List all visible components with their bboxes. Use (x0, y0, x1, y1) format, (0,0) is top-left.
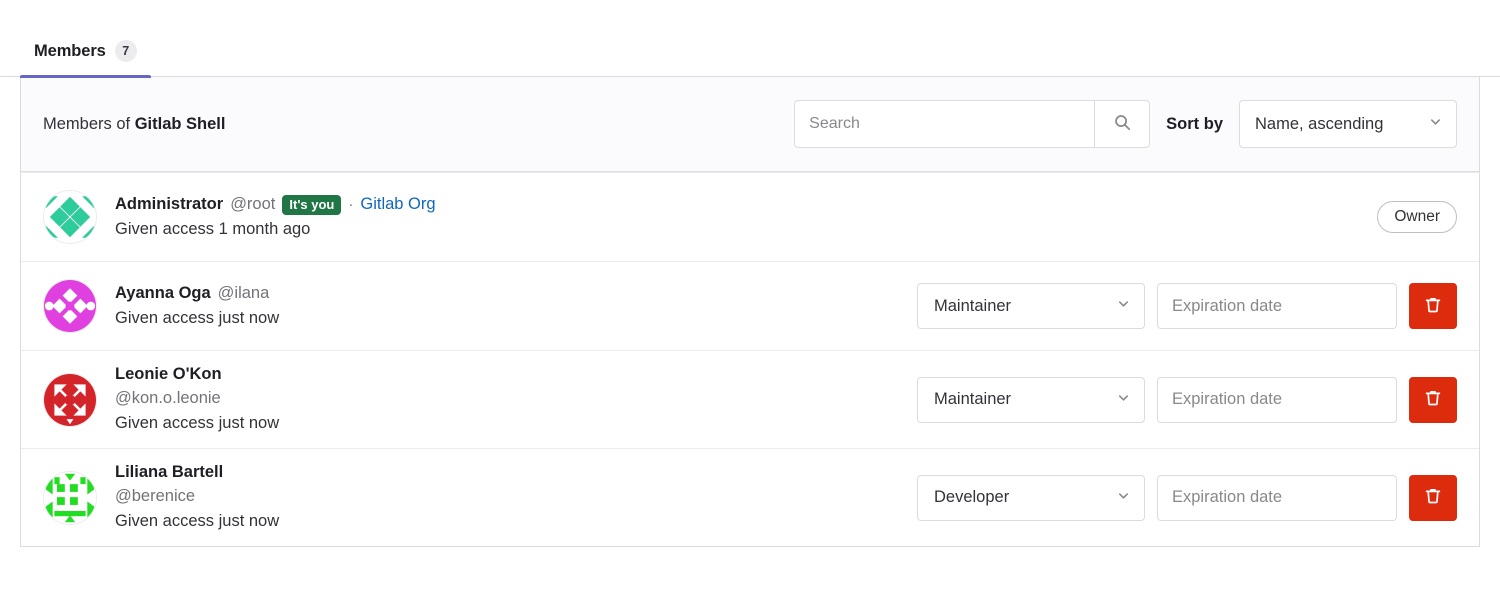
sort-by-select[interactable]: Name, ascending (1239, 100, 1457, 148)
role-select-value: Developer (934, 488, 1010, 506)
member-info: Administrator @root It's you · Gitlab Or… (115, 187, 1361, 248)
avatar (43, 190, 97, 244)
identicon-ornate (44, 280, 96, 332)
search-group (794, 100, 1151, 148)
tab-strip: Members 7 (0, 0, 1500, 78)
member-name: Administrator (115, 194, 224, 213)
member-name: Ayanna Oga (115, 283, 211, 302)
row-controls: Maintainer (917, 283, 1457, 329)
row-controls: Owner (1377, 200, 1457, 234)
sort-by-label: Sort by (1166, 114, 1223, 133)
role-badge-owner: Owner (1377, 200, 1457, 234)
delete-member-button[interactable] (1409, 474, 1457, 521)
sort-by-value: Name, ascending (1255, 114, 1384, 133)
trash-icon (1423, 388, 1443, 411)
members-of-title: Members of Gitlab Shell (43, 115, 778, 134)
members-of-prefix: Members of (43, 114, 135, 133)
member-row: Leonie O'Kon @kon.o.leonie Given access … (21, 350, 1479, 448)
identicon-checker (44, 373, 96, 426)
member-handle: @kon.o.leonie (115, 389, 221, 408)
members-filter-bar: Members of Gitlab Shell Sort by Name, as… (21, 77, 1479, 172)
member-identity-line: Leonie O'Kon (115, 363, 901, 387)
chevron-down-icon (1116, 296, 1131, 316)
member-identity-line: Administrator @root It's you · Gitlab Or… (115, 193, 1361, 217)
chevron-down-icon (1116, 488, 1131, 508)
search-input[interactable] (794, 100, 1095, 148)
member-access-text: Given access just now (115, 308, 280, 327)
search-button[interactable] (1094, 100, 1151, 148)
role-select[interactable]: Maintainer (917, 283, 1145, 329)
role-select-value: Maintainer (934, 390, 1012, 408)
member-access-text: Given access just now (115, 512, 280, 531)
expiration-date-input[interactable] (1157, 283, 1397, 329)
members-of-entity: Gitlab Shell (134, 114, 226, 133)
trash-icon (1423, 295, 1443, 318)
identicon-diamond (44, 191, 96, 243)
expiration-date-input[interactable] (1157, 474, 1397, 521)
avatar (43, 279, 97, 333)
member-name: Leonie O'Kon (115, 365, 222, 384)
member-handle: @ilana (217, 283, 270, 302)
member-access-text: Given access just now (115, 414, 280, 433)
chevron-down-icon (1428, 114, 1443, 134)
member-info: Ayanna Oga @ilana Given access just now (115, 276, 901, 337)
member-identity-line: Ayanna Oga @ilana (115, 282, 901, 306)
delete-member-button[interactable] (1409, 283, 1457, 329)
expiration-date-input[interactable] (1157, 376, 1397, 423)
identicon-grid (44, 471, 96, 524)
member-info: Liliana Bartell @berenice Given access j… (115, 455, 901, 540)
member-access-text: Given access 1 month ago (115, 219, 311, 238)
member-info: Leonie O'Kon @kon.o.leonie Given access … (115, 357, 901, 442)
member-handle: @root (230, 194, 276, 213)
member-name: Liliana Bartell (115, 463, 224, 482)
avatar (43, 372, 97, 427)
avatar (43, 470, 97, 525)
role-select-value: Maintainer (934, 296, 1012, 315)
members-card: Members of Gitlab Shell Sort by Name, as… (20, 77, 1480, 547)
search-icon (1113, 113, 1132, 135)
tab-members-count-badge: 7 (114, 40, 137, 62)
role-select[interactable]: Developer (917, 474, 1145, 521)
chevron-down-icon (1116, 390, 1131, 410)
organization-link[interactable]: Gitlab Org (360, 193, 435, 217)
tab-members[interactable]: Members 7 (20, 40, 151, 78)
trash-icon (1423, 486, 1443, 509)
member-row: Ayanna Oga @ilana Given access just now … (21, 261, 1479, 350)
row-controls: Maintainer (917, 376, 1457, 423)
role-select[interactable]: Maintainer (917, 376, 1145, 423)
member-row: Liliana Bartell @berenice Given access j… (21, 448, 1479, 546)
member-row: Administrator @root It's you · Gitlab Or… (21, 172, 1479, 261)
separator-dot: · (348, 195, 354, 213)
member-identity-line: Liliana Bartell (115, 461, 901, 485)
its-you-badge: It's you (282, 194, 342, 215)
tab-members-label: Members (34, 41, 106, 60)
member-handle: @berenice (115, 487, 196, 506)
row-controls: Developer (917, 474, 1457, 521)
delete-member-button[interactable] (1409, 376, 1457, 423)
